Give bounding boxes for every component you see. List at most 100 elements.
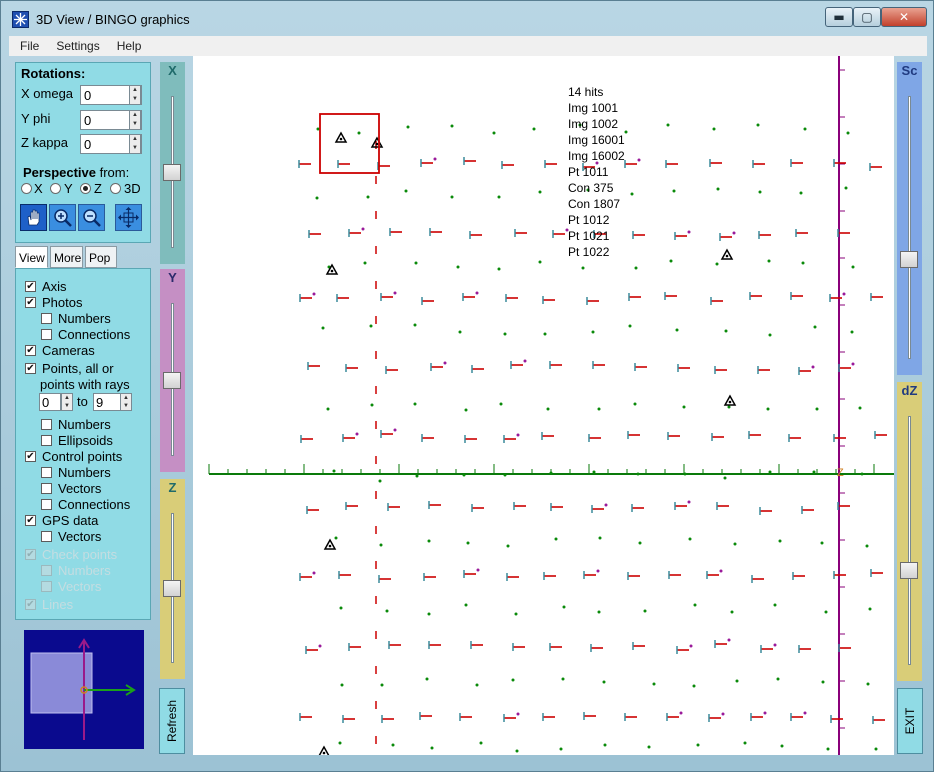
tie-point — [735, 679, 739, 683]
checkbox-numbers[interactable] — [41, 467, 52, 478]
tie-point — [316, 127, 320, 131]
menu-help[interactable]: Help — [106, 36, 148, 53]
tie-point — [581, 266, 585, 270]
checkbox-vectors[interactable] — [41, 483, 52, 494]
tie-point — [712, 127, 716, 131]
rays-to-spinner[interactable]: ▲ ▼ — [120, 393, 132, 411]
checkbox-ellipsoids[interactable] — [41, 435, 52, 446]
view-options: ✔ Axis ✔ Photos Numbers Connections ✔ Cameras ✔ P… — [15, 268, 151, 620]
close-button[interactable]: ✕ — [881, 7, 927, 27]
checkbox-axis[interactable]: ✔ — [25, 281, 36, 292]
radio-x[interactable] — [21, 183, 32, 194]
x-rotation-slider[interactable]: X — [160, 62, 185, 264]
checkbox-control-points[interactable]: ✔ — [25, 451, 36, 462]
menu-file[interactable]: File — [9, 36, 45, 53]
y-slider-thumb[interactable] — [163, 372, 181, 389]
checkbox-numbers[interactable] — [41, 313, 52, 324]
checkbox-label: Axis — [42, 279, 67, 294]
checkbox-vectors[interactable] — [41, 531, 52, 542]
tie-point — [462, 473, 466, 477]
checkbox-gps-data[interactable]: ✔ — [25, 515, 36, 526]
control-point-center — [322, 751, 326, 755]
refresh-button[interactable]: Refresh — [159, 688, 185, 754]
radio-z[interactable] — [80, 183, 91, 194]
z-kappa-spinner[interactable]: ▲ ▼ — [129, 134, 141, 154]
sc-slider-thumb[interactable] — [900, 251, 918, 268]
control-point-center — [725, 254, 729, 258]
title-bar[interactable]: 3D View / BINGO graphics ▬ ▢ ✕ — [1, 1, 933, 35]
tie-point — [592, 470, 596, 474]
left-panel: Rotations: X omega 0 ▲ ▼ Y phi 0 ▲ ▼ Z kap… — [15, 62, 151, 620]
gps-mark — [773, 643, 777, 647]
tie-point — [682, 405, 686, 409]
minimize-button[interactable]: ▬ — [825, 7, 853, 27]
graphics-canvas[interactable]: Z 14 hits Img 1001 Img 1002 Img 16001 Img 16… — [193, 56, 894, 755]
x-omega-spinner[interactable]: ▲ ▼ — [129, 85, 141, 105]
checkbox-numbers[interactable] — [41, 419, 52, 430]
tie-point — [768, 470, 772, 474]
tie-point — [479, 741, 483, 745]
checkbox-cameras[interactable]: ✔ — [25, 345, 36, 356]
gps-mark — [596, 569, 600, 573]
tie-point — [716, 187, 720, 191]
radio-3d[interactable] — [110, 183, 121, 194]
tie-point — [597, 610, 601, 614]
control-point-center — [728, 400, 732, 404]
tie-point — [812, 470, 816, 474]
tie-point — [321, 326, 325, 330]
scale-slider[interactable]: Sc — [897, 62, 922, 375]
dz-slider-thumb[interactable] — [900, 562, 918, 579]
tie-point — [647, 745, 651, 749]
zoom-in-icon[interactable] — [49, 204, 76, 231]
checkbox-connections[interactable] — [41, 499, 52, 510]
gps-mark — [361, 227, 365, 231]
hand-icon[interactable] — [20, 204, 47, 231]
tie-point — [456, 265, 460, 269]
gps-mark — [476, 568, 480, 572]
tie-point — [692, 684, 696, 688]
y-phi-spinner[interactable]: ▲ ▼ — [129, 110, 141, 130]
hit-item: Pt 1012 — [568, 213, 610, 227]
rays-from-input[interactable]: 0 — [39, 393, 61, 411]
gps-mark — [687, 230, 691, 234]
tie-point — [538, 260, 542, 264]
menu-settings[interactable]: Settings — [45, 36, 105, 53]
exit-button[interactable]: EXIT — [897, 688, 923, 754]
checkbox-label: Connections — [58, 327, 131, 342]
tab-more[interactable]: More — [50, 246, 83, 268]
fit-view-icon[interactable] — [115, 204, 142, 231]
radio-y[interactable] — [50, 183, 61, 194]
tie-point — [874, 747, 878, 751]
dz-slider[interactable]: dZ — [897, 382, 922, 681]
checkbox-connections[interactable] — [41, 329, 52, 340]
tie-point — [549, 471, 553, 475]
control-point-center — [328, 544, 332, 548]
tie-point — [776, 677, 780, 681]
maximize-button[interactable]: ▢ — [853, 7, 881, 27]
y-rotation-slider[interactable]: Y — [160, 269, 185, 472]
tie-point — [630, 192, 634, 196]
y-phi-label: Y phi — [21, 111, 51, 126]
x-slider-thumb[interactable] — [163, 164, 181, 181]
gps-mark — [355, 432, 359, 436]
tie-point — [380, 683, 384, 687]
tie-point — [652, 682, 656, 686]
orientation-minimap — [24, 630, 144, 749]
rays-from-spinner[interactable]: ▲ ▼ — [61, 393, 73, 411]
hit-item: Img 1002 — [568, 117, 619, 131]
tie-point — [634, 266, 638, 270]
checkbox-points-all-or[interactable]: ✔ — [25, 363, 36, 374]
gps-mark — [727, 638, 731, 642]
z-rotation-slider[interactable]: Z — [160, 479, 185, 679]
zoom-out-icon[interactable] — [78, 204, 105, 231]
z-slider-thumb[interactable] — [163, 580, 181, 597]
rays-to-input[interactable]: 9 — [93, 393, 121, 411]
tie-point — [723, 476, 727, 480]
tab-pop[interactable]: Pop — [85, 246, 117, 268]
tie-point — [773, 603, 777, 607]
tab-view[interactable]: View — [15, 246, 48, 268]
tie-point — [503, 332, 507, 336]
dz-slider-label: dZ — [901, 383, 918, 398]
checkbox-photos[interactable]: ✔ — [25, 297, 36, 308]
tie-point — [427, 539, 431, 543]
